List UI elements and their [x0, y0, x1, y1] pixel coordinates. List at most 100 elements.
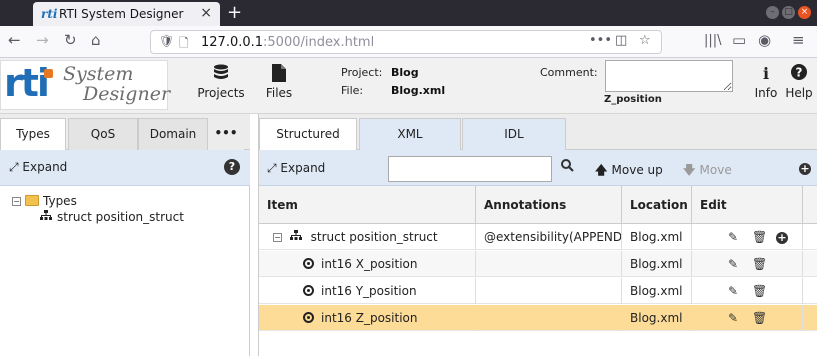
item-cell: int16 X_position	[259, 251, 476, 277]
rti-favicon-icon: rti	[41, 7, 58, 21]
projects-label: Projects	[197, 86, 245, 100]
help-button[interactable]: ? Help	[784, 64, 814, 100]
edit-cell: ✎ 🗑	[692, 305, 803, 331]
pencil-icon[interactable]: ✎	[728, 305, 738, 331]
annotations-cell	[476, 305, 622, 331]
url-text[interactable]: 127.0.0.1:5000/index.html	[201, 35, 374, 50]
table-row[interactable]: − struct position_struct @extensibility(…	[259, 224, 817, 250]
bookmark-star-icon[interactable]: ☆	[639, 33, 651, 48]
browser-nav-bar: ← → ↻ ⌂ 🛡 🗋 127.0.0.1:5000/index.html ••…	[0, 26, 817, 58]
edit-cell: ✎ 🗑	[692, 278, 803, 304]
tab-idl[interactable]: IDL	[462, 118, 566, 150]
files-label: Files	[265, 86, 293, 100]
pencil-icon[interactable]: ✎	[728, 251, 738, 277]
table-row[interactable]: int16 Y_position Blog.xml ✎ 🗑	[259, 278, 817, 304]
search-icon[interactable]	[561, 159, 574, 176]
tab-xml[interactable]: XML	[359, 118, 461, 150]
edit-cell: ✎ 🗑	[692, 251, 803, 277]
library-icon[interactable]: |||\	[704, 33, 722, 48]
search-input[interactable]	[388, 156, 552, 182]
sidebar-toggle-icon[interactable]: ▭	[732, 31, 746, 49]
editor-toolbar: ⤢ Expand 🡅 Move up 🡇 Move +	[259, 150, 817, 186]
item-cell: int16 Y_position	[259, 278, 476, 304]
project-key: Project:	[341, 66, 383, 79]
arrow-up-icon: 🡅	[595, 163, 612, 177]
trash-icon[interactable]: 🗑	[752, 251, 767, 277]
location-cell: Blog.xml	[622, 305, 692, 331]
pencil-icon[interactable]: ✎	[728, 278, 738, 304]
logo-dot	[44, 69, 53, 78]
table-row[interactable]: int16 X_position Blog.xml ✎ 🗑	[259, 251, 817, 277]
close-tab-icon[interactable]: ×	[200, 5, 212, 21]
comment-label: Comment:	[540, 66, 598, 79]
maximize-window-icon[interactable]: □	[782, 6, 795, 19]
close-window-icon[interactable]: ×	[798, 6, 811, 19]
annotations-cell	[476, 251, 622, 277]
pocket-icon[interactable]: ◫	[615, 33, 627, 48]
new-tab-icon[interactable]: +	[227, 2, 242, 23]
help-icon[interactable]: ?	[224, 159, 240, 175]
back-icon[interactable]: ←	[8, 31, 21, 49]
tab-more[interactable]: •••	[208, 118, 244, 150]
browser-tab-bar: rti RTI System Designer × + – □ ×	[0, 0, 817, 26]
expand-icon: ⤢	[267, 161, 281, 175]
trash-icon[interactable]: 🗑	[752, 224, 767, 250]
project-value: Blog	[391, 66, 419, 79]
expand-button[interactable]: ⤢ Expand	[267, 161, 325, 176]
projects-button[interactable]: Projects	[196, 64, 246, 100]
add-member-icon[interactable]: +	[776, 224, 788, 250]
tree-item-struct[interactable]: struct position_struct	[12, 210, 184, 226]
info-button[interactable]: i Info	[752, 64, 780, 100]
move-up-button[interactable]: 🡅 Move up	[595, 161, 663, 182]
tab-types[interactable]: Types	[0, 118, 66, 151]
arrow-down-icon: 🡇	[683, 163, 700, 177]
expand-button[interactable]: ⤢ Expand	[9, 160, 67, 175]
forward-icon[interactable]: →	[36, 31, 49, 49]
svg-text:?: ?	[796, 66, 803, 80]
struct-icon	[40, 210, 52, 224]
table-row-selected[interactable]: int16 Z_position Blog.xml ✎ 🗑	[259, 305, 817, 331]
location-cell: Blog.xml	[622, 278, 692, 304]
move-button[interactable]: 🡇 Move	[683, 161, 732, 182]
left-tabs: Types QoS Domain •••	[0, 114, 250, 151]
add-icon[interactable]: +	[799, 161, 811, 175]
file-icon	[264, 64, 294, 86]
tab-domain[interactable]: Domain	[138, 118, 208, 150]
pencil-icon[interactable]: ✎	[728, 224, 738, 250]
collapse-icon[interactable]: −	[273, 233, 282, 242]
browser-tab[interactable]: rti RTI System Designer ×	[33, 2, 220, 26]
location-cell: Blog.xml	[622, 224, 692, 250]
types-tree: − Types struct position_struct	[12, 194, 184, 226]
tab-structured[interactable]: Structured	[259, 118, 357, 151]
logo-designer-text: Designer	[83, 83, 171, 105]
column-location[interactable]: Location	[622, 186, 692, 224]
trash-icon[interactable]: 🗑	[752, 278, 767, 304]
member-icon	[303, 258, 314, 269]
home-icon[interactable]: ⌂	[91, 31, 101, 49]
files-button[interactable]: Files	[264, 64, 294, 100]
page-actions-icon[interactable]: •••	[589, 33, 612, 48]
url-bar[interactable]: 🛡 🗋 127.0.0.1:5000/index.html ••• ◫ ☆	[150, 30, 662, 54]
item-cell: int16 Z_position	[259, 305, 476, 331]
account-icon[interactable]: ◉	[758, 31, 771, 49]
trash-icon[interactable]: 🗑	[752, 305, 767, 331]
tree-item-types[interactable]: − Types	[12, 194, 184, 210]
column-edit[interactable]: Edit	[692, 186, 803, 224]
page-info-icon[interactable]: 🗋	[179, 34, 189, 55]
editor-tabs: Structured XML IDL	[259, 114, 817, 151]
annotations-cell: @extensibility(APPENDABLE)	[476, 224, 622, 250]
item-cell: − struct position_struct	[259, 224, 476, 250]
member-icon	[303, 285, 314, 296]
reload-icon[interactable]: ↻	[64, 31, 77, 49]
minimize-window-icon[interactable]: –	[766, 6, 779, 19]
tree-item-label: struct position_struct	[57, 210, 184, 224]
menu-icon[interactable]: ≡	[792, 31, 805, 49]
column-annotations[interactable]: Annotations	[476, 186, 622, 224]
tab-qos[interactable]: QoS	[68, 118, 138, 150]
comment-field[interactable]	[605, 60, 733, 92]
shield-icon[interactable]: 🛡	[159, 34, 174, 48]
collapse-icon[interactable]: −	[12, 197, 21, 206]
column-item[interactable]: Item	[259, 186, 476, 224]
help-label: Help	[785, 86, 813, 100]
app-header: rti System Designer Projects Files Proje…	[0, 58, 817, 114]
